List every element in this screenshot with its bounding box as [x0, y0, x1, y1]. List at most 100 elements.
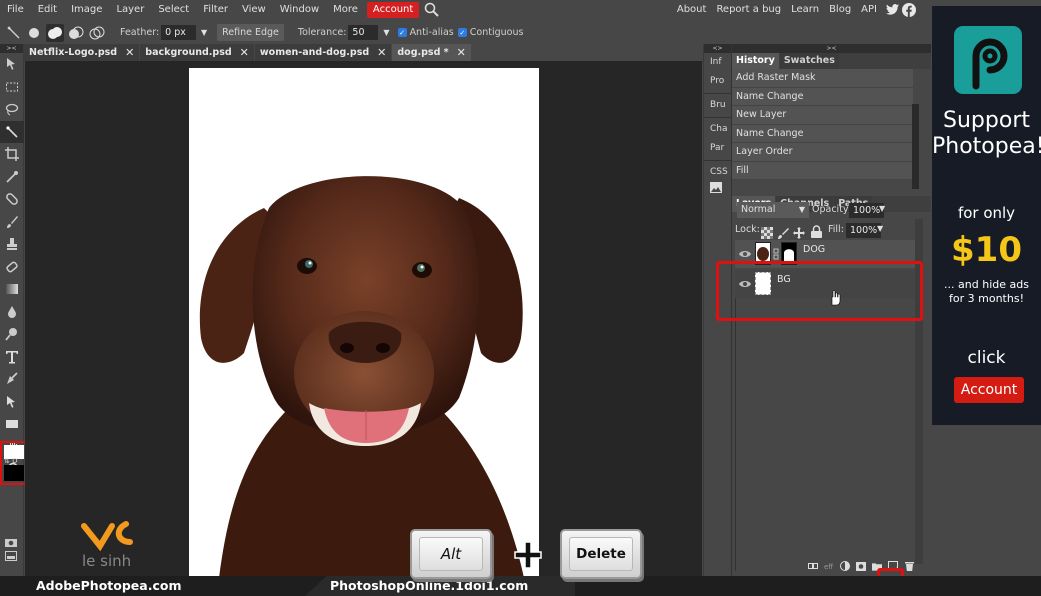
link-about[interactable]: About: [672, 0, 712, 19]
menu-file[interactable]: File: [0, 0, 31, 19]
anti-alias-checkbox[interactable]: ✓: [397, 28, 407, 37]
tab-background[interactable]: background.psd ✕: [140, 44, 254, 61]
blend-mode-select[interactable]: Normal ▼: [737, 202, 809, 218]
shape-tool-icon[interactable]: [0, 413, 24, 436]
history-item[interactable]: Name Change: [732, 87, 913, 106]
menu-layer[interactable]: Layer: [109, 0, 151, 19]
eye-icon[interactable]: [739, 249, 751, 259]
dodge-tool-icon[interactable]: [0, 323, 24, 346]
menu-filter[interactable]: Filter: [196, 0, 235, 19]
link-layers-icon[interactable]: [808, 561, 818, 571]
magic-wand-tool-icon[interactable]: [0, 120, 24, 143]
tab-women-and-dog[interactable]: women-and-dog.psd ✕: [254, 44, 392, 61]
history-scrollbar[interactable]: [912, 104, 919, 189]
watermark-left: AdobePhotopea.com: [36, 578, 182, 593]
menu-select[interactable]: Select: [151, 0, 196, 19]
crop-tool-icon[interactable]: [0, 143, 24, 166]
link-report-bug[interactable]: Report a bug: [711, 0, 786, 19]
history-item[interactable]: Name Change: [732, 124, 913, 143]
selection-new-icon[interactable]: [25, 24, 43, 42]
ad-account-button[interactable]: Account: [954, 377, 1024, 403]
ad-price: $10: [951, 230, 1022, 270]
collapse-toggle[interactable]: ><: [732, 44, 931, 53]
layer-effects-icon[interactable]: eff: [824, 561, 834, 571]
panel-properties[interactable]: Pro: [704, 72, 731, 91]
tolerance-dropdown-icon[interactable]: ▼: [383, 28, 389, 37]
collapse-toggle[interactable]: ><: [0, 44, 23, 53]
canvas-area[interactable]: [25, 61, 702, 578]
quick-mask-icon[interactable]: [5, 532, 17, 547]
tab-history[interactable]: History: [732, 53, 779, 69]
feather-input[interactable]: 0 px: [161, 25, 196, 40]
contiguous-checkbox[interactable]: ✓: [457, 28, 467, 37]
close-icon[interactable]: ✕: [457, 44, 466, 61]
path-select-tool-icon[interactable]: [0, 391, 24, 414]
twitter-icon[interactable]: [885, 3, 899, 17]
healing-tool-icon[interactable]: [0, 188, 24, 211]
fill-dropdown-icon[interactable]: ▼: [877, 224, 883, 233]
menu-image[interactable]: Image: [64, 0, 109, 19]
feather-value: 0: [165, 27, 172, 38]
tab-label: background.psd: [145, 47, 232, 58]
adjustment-layer-icon[interactable]: [840, 561, 850, 571]
delete-layer-icon[interactable]: [904, 561, 914, 571]
app-root: File Edit Image Layer Select Filter View…: [0, 0, 1041, 596]
panel-info[interactable]: Inf: [704, 53, 731, 72]
mask-link-icon[interactable]: [773, 248, 779, 260]
top-links: About Report a bug Learn Blog API: [672, 0, 916, 19]
add-mask-icon[interactable]: [856, 561, 866, 571]
panel-character[interactable]: Cha: [704, 120, 731, 139]
eyedropper-tool-icon[interactable]: [0, 166, 24, 189]
fill-input[interactable]: 100%: [846, 223, 882, 238]
close-icon[interactable]: ✕: [240, 44, 249, 61]
move-tool-icon[interactable]: [0, 53, 24, 76]
menu-more[interactable]: More: [326, 0, 365, 19]
menu-edit[interactable]: Edit: [31, 0, 64, 19]
history-item[interactable]: New Layer: [732, 106, 913, 125]
link-learn[interactable]: Learn: [786, 0, 824, 19]
account-button[interactable]: Account: [366, 1, 420, 18]
panel-paragraph[interactable]: Par: [704, 139, 731, 158]
magic-wand-icon[interactable]: [6, 25, 22, 41]
image-panel-icon[interactable]: [704, 182, 731, 201]
gradient-tool-icon[interactable]: [0, 278, 24, 301]
selection-intersect-icon[interactable]: [88, 24, 106, 42]
history-item[interactable]: Fill: [732, 161, 913, 180]
pen-tool-icon[interactable]: [0, 368, 24, 391]
panel-css[interactable]: CSS: [704, 163, 731, 182]
type-tool-icon[interactable]: [0, 346, 24, 369]
eraser-tool-icon[interactable]: [0, 256, 24, 279]
link-blog[interactable]: Blog: [824, 0, 856, 19]
swap-colors-icon[interactable]: ⇅ D: [4, 457, 18, 465]
close-icon[interactable]: ✕: [377, 44, 386, 61]
history-item[interactable]: Layer Order: [732, 143, 913, 162]
feather-dropdown-icon[interactable]: ▼: [201, 28, 207, 37]
brush-tool-icon[interactable]: [0, 211, 24, 234]
facebook-icon[interactable]: [902, 2, 916, 17]
opacity-dropdown-icon[interactable]: ▼: [879, 204, 885, 213]
ad-banner[interactable]: Support Photopea! for only $10 ... and hi…: [932, 6, 1041, 425]
menu-view[interactable]: View: [235, 0, 273, 19]
background-color[interactable]: [4, 465, 24, 481]
history-item[interactable]: Add Raster Mask: [732, 69, 913, 88]
link-api[interactable]: API: [856, 0, 882, 19]
lasso-tool-icon[interactable]: [0, 98, 24, 121]
tab-dog[interactable]: dog.psd * ✕: [392, 44, 471, 61]
tab-swatches[interactable]: Swatches: [779, 53, 839, 69]
panel-brush[interactable]: Bru: [704, 96, 731, 115]
stamp-tool-icon[interactable]: [0, 233, 24, 256]
blur-tool-icon[interactable]: [0, 301, 24, 324]
document-canvas[interactable]: [189, 68, 539, 578]
screen-mode-icon[interactable]: [5, 546, 17, 561]
search-icon[interactable]: [423, 1, 441, 19]
close-icon[interactable]: ✕: [125, 44, 134, 61]
menu-window[interactable]: Window: [273, 0, 326, 19]
expand-toggle[interactable]: <>: [704, 44, 731, 53]
marquee-tool-icon[interactable]: [0, 76, 24, 99]
tab-label: Netflix-Logo.psd: [29, 47, 118, 58]
selection-subtract-icon[interactable]: [67, 24, 85, 42]
tolerance-input[interactable]: 50: [348, 25, 379, 40]
tab-netflix-logo[interactable]: Netflix-Logo.psd ✕: [24, 44, 140, 61]
refine-edge-button[interactable]: Refine Edge: [217, 24, 284, 41]
selection-add-icon[interactable]: [46, 23, 64, 42]
